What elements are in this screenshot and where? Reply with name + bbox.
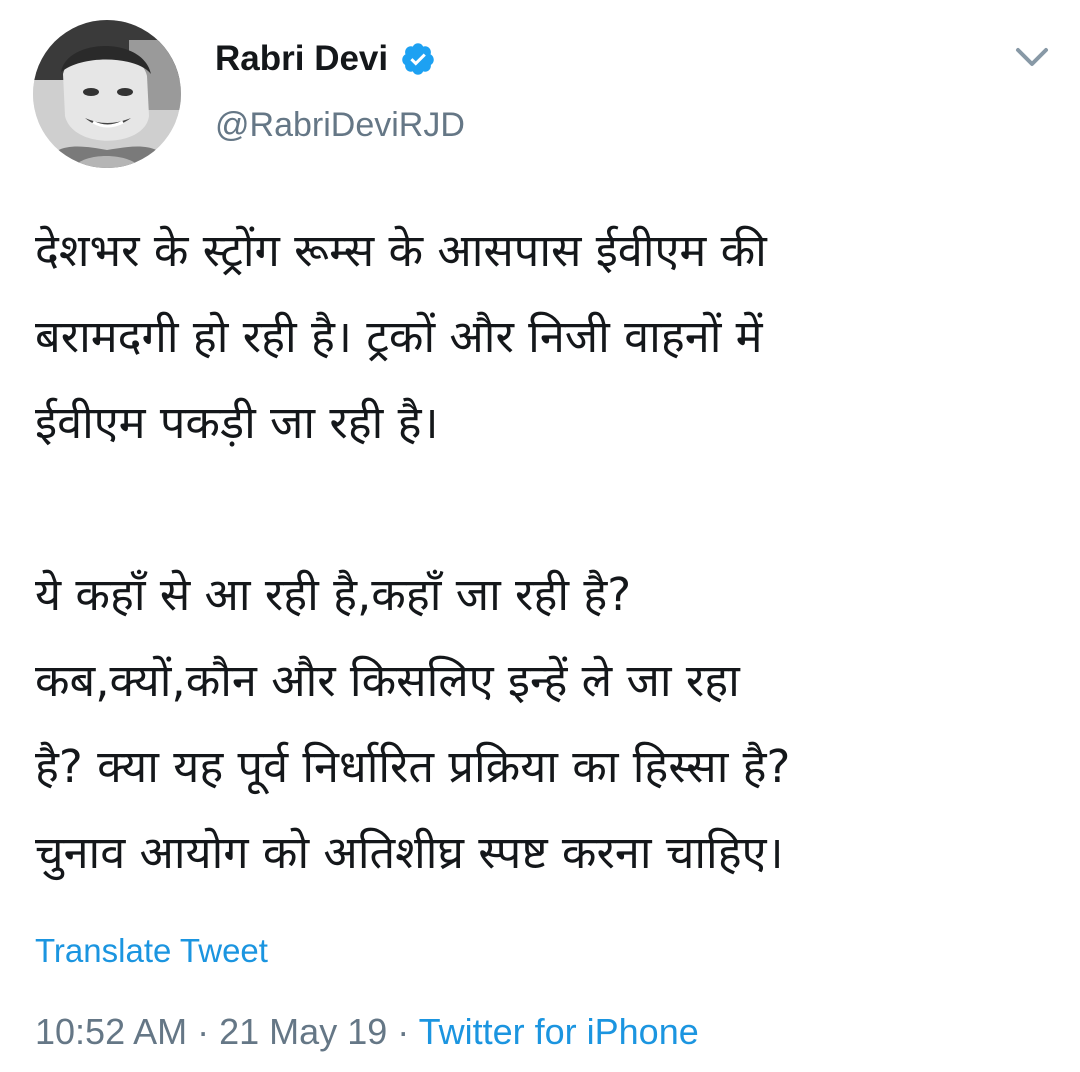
- translate-tweet-link[interactable]: Translate Tweet: [35, 928, 268, 974]
- tweet-source-link[interactable]: Twitter for iPhone: [419, 1011, 699, 1052]
- tweet-metadata: 10:52 AM · 21 May 19 · Twitter for iPhon…: [35, 1008, 699, 1056]
- tweet-text-line: चुनाव आयोग को अतिशीघ्र स्पष्ट करना चाहिए…: [35, 826, 784, 879]
- tweet-text-line: बरामदगी हो रही है। ट्रकों और निजी वाहनों…: [35, 310, 763, 363]
- tweet-text-line: है? क्या यह पूर्व निर्धारित प्रक्रिया का…: [35, 740, 791, 793]
- avatar-photo: [33, 20, 181, 168]
- tweet-time[interactable]: 10:52 AM: [35, 1011, 187, 1052]
- tweet-text-line: कब,क्यों,कौन और किसलिए इन्हें ले जा रहा: [35, 654, 740, 707]
- author-handle[interactable]: @RabriDeviRJD: [215, 103, 465, 147]
- verified-badge-icon: [400, 41, 436, 77]
- tweet-text-line: ईवीएम पकड़ी जा रही है।: [35, 396, 439, 449]
- tweet-date[interactable]: 21 May 19: [219, 1011, 387, 1052]
- tweet-text-line: ये कहाँ से आ रही है,कहाँ जा रही है?: [35, 568, 632, 621]
- chevron-down-icon[interactable]: [1014, 44, 1050, 70]
- avatar[interactable]: [33, 20, 181, 168]
- tweet-card: Rabri Devi @RabriDeviRJD देशभर के स्ट्रो…: [0, 0, 1080, 1072]
- author-display-name[interactable]: Rabri Devi: [215, 34, 388, 84]
- tweet-text-line: देशभर के स्ट्रोंग रूम्स के आसपास ईवीएम क…: [35, 224, 767, 277]
- tweet-text: देशभर के स्ट्रोंग रूम्स के आसपास ईवीएम क…: [35, 208, 1045, 896]
- meta-separator: ·: [397, 1011, 410, 1052]
- author-name-row[interactable]: Rabri Devi: [215, 34, 436, 84]
- meta-separator: ·: [197, 1011, 210, 1052]
